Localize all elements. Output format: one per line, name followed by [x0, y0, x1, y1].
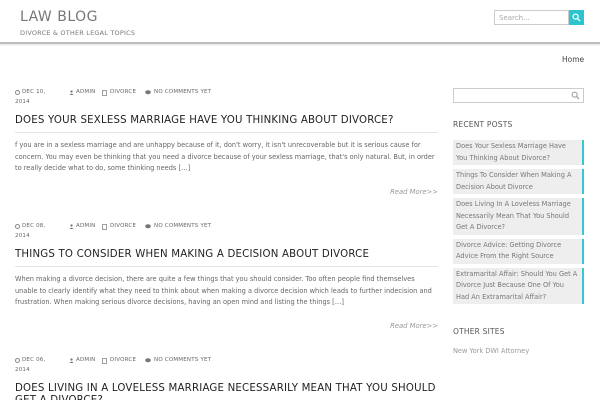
post-comments[interactable]: NO COMMENTS YET [154, 357, 211, 363]
post-author[interactable]: ADMIN [76, 223, 95, 229]
site-header: LAW BLOG DIVORCE & OTHER LEGAL TOPICS [0, 0, 600, 44]
post-date-year: 2014 [15, 99, 30, 105]
post-meta: DEC 06, 2014 ADMIN DIVORCE NO COMMENTS Y… [15, 356, 438, 380]
recent-post-link[interactable]: Does Living In A Loveless Marriage Neces… [453, 198, 584, 235]
read-more-link[interactable]: Read More>> [15, 188, 438, 196]
sidebar-search [453, 88, 584, 109]
post-article: DEC 10, 2014 ADMIN DIVORCE NO COMMENTS Y… [15, 88, 438, 196]
post-author[interactable]: ADMIN [76, 357, 95, 363]
post-author[interactable]: ADMIN [76, 89, 95, 95]
user-icon [69, 224, 74, 229]
comment-icon [145, 90, 151, 95]
recent-posts-list: Does Your Sexless Marriage Have You Thin… [453, 140, 584, 308]
comment-icon [145, 224, 151, 229]
post-comments[interactable]: NO COMMENTS YET [154, 89, 211, 95]
post-article: DEC 06, 2014 ADMIN DIVORCE NO COMMENTS Y… [15, 356, 438, 400]
user-icon [69, 358, 74, 363]
post-date: DEC 06, [22, 357, 46, 363]
recent-post-link[interactable]: Extramarital Affair: Should You Get A Di… [453, 267, 584, 304]
folder-icon [102, 90, 107, 96]
clock-icon [15, 224, 20, 229]
other-site-link[interactable]: New York DWI Attorney [453, 347, 529, 355]
read-more-link[interactable]: Read More>> [15, 322, 438, 330]
recent-post-link[interactable]: Does Your Sexless Marriage Have You Thin… [453, 140, 584, 165]
search-icon [572, 13, 581, 22]
sidebar-search-input[interactable] [454, 96, 567, 109]
search-button[interactable] [569, 10, 584, 25]
post-title[interactable]: THINGS TO CONSIDER WHEN MAKING A DECISIO… [15, 249, 438, 261]
post-category[interactable]: DIVORCE [110, 223, 136, 229]
site-title[interactable]: LAW BLOG [20, 9, 98, 25]
recent-post-link[interactable]: Things To Consider When Making A Decisio… [453, 169, 584, 194]
sidebar: RECENT POSTS Does Your Sexless Marriage … [453, 88, 584, 355]
divider [15, 132, 438, 133]
other-sites-title: OTHER SITES [453, 327, 505, 336]
post-title[interactable]: DOES LIVING IN A LOVELESS MARRIAGE NECES… [15, 383, 438, 400]
user-icon [69, 90, 74, 95]
post-meta: DEC 10, 2014 ADMIN DIVORCE NO COMMENTS Y… [15, 88, 438, 112]
search-input[interactable] [494, 10, 569, 25]
recent-posts-title: RECENT POSTS [453, 120, 513, 129]
recent-post-link[interactable]: Divorce Advice: Getting Divorce Advice F… [453, 238, 584, 264]
nav-home-link[interactable]: Home [562, 55, 584, 64]
post-category[interactable]: DIVORCE [110, 89, 136, 95]
post-date-year: 2014 [15, 367, 30, 373]
post-date-year: 2014 [15, 233, 30, 239]
folder-icon [102, 224, 107, 230]
post-date: DEC 10, [22, 89, 46, 95]
search-icon[interactable] [571, 91, 580, 100]
site-tagline: DIVORCE & OTHER LEGAL TOPICS [20, 29, 136, 37]
post-meta: DEC 08, 2014 ADMIN DIVORCE NO COMMENTS Y… [15, 222, 438, 246]
post-category[interactable]: DIVORCE [110, 357, 136, 363]
post-excerpt: When making a divorce decision, there ar… [15, 275, 432, 307]
comment-icon [145, 358, 151, 363]
clock-icon [15, 358, 20, 363]
post-comments[interactable]: NO COMMENTS YET [154, 223, 211, 229]
clock-icon [15, 90, 20, 95]
post-date: DEC 08, [22, 223, 46, 229]
post-article: DEC 08, 2014 ADMIN DIVORCE NO COMMENTS Y… [15, 222, 438, 330]
folder-icon [102, 358, 107, 364]
post-title[interactable]: DOES YOUR SEXLESS MARRIAGE HAVE YOU THIN… [15, 115, 438, 127]
post-excerpt: f you are in a sexless marriage and are … [15, 141, 435, 173]
divider [15, 266, 438, 267]
